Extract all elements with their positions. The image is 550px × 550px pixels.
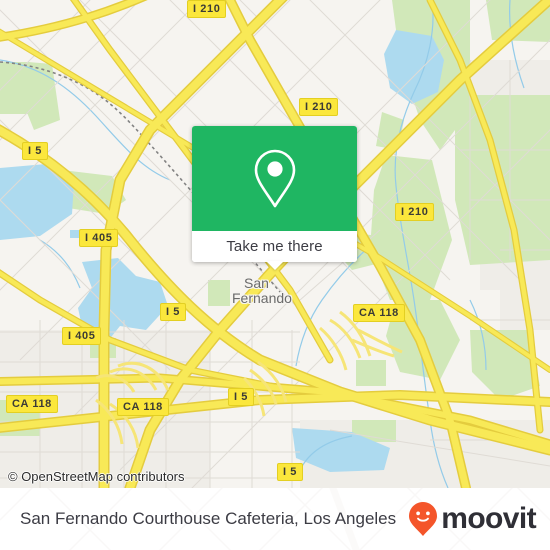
moovit-logo[interactable]: moovit xyxy=(408,501,537,537)
city-label-line2: Fernando xyxy=(232,290,292,306)
moovit-wordmark: moovit xyxy=(441,502,536,535)
highway-shield: I 5 xyxy=(277,463,304,481)
footer-content: San Fernando Courthouse Cafeteria, Los A… xyxy=(0,488,550,550)
moovit-place-map-screen: I 210 I 210 I 210 I 5 I 405 I 405 CA 118… xyxy=(0,0,550,550)
highway-shield: I 210 xyxy=(395,203,435,221)
highway-shield: I 210 xyxy=(299,98,339,116)
moovit-smiley-pin-icon xyxy=(409,502,438,536)
callout-footer[interactable]: Take me there xyxy=(192,231,357,270)
highway-shield: I 405 xyxy=(62,327,102,345)
map-canvas[interactable]: I 210 I 210 I 210 I 5 I 405 I 405 CA 118… xyxy=(0,0,550,488)
city-label-line1: San xyxy=(244,275,269,291)
callout-header xyxy=(192,126,357,231)
highway-shield: CA 118 xyxy=(6,395,58,413)
highway-shield: I 5 xyxy=(22,142,49,160)
place-name-label: San Fernando Courthouse Cafeteria, Los A… xyxy=(20,509,397,528)
highway-shield: CA 118 xyxy=(353,304,405,322)
map-pin-icon xyxy=(254,149,295,207)
highway-shield: I 5 xyxy=(228,388,255,406)
callout-pointer-tail xyxy=(265,261,284,270)
highway-shield: I 210 xyxy=(187,0,227,18)
footer-bar: San Fernando Courthouse Cafeteria, Los A… xyxy=(0,488,550,550)
highway-shield: I 5 xyxy=(160,303,187,321)
highway-shield: CA 118 xyxy=(117,398,169,416)
place-callout-card[interactable]: Take me there xyxy=(192,126,357,270)
take-me-there-label: Take me there xyxy=(226,238,323,255)
osm-attribution[interactable]: © OpenStreetMap contributors xyxy=(8,469,185,484)
highway-shield: I 405 xyxy=(79,229,119,247)
